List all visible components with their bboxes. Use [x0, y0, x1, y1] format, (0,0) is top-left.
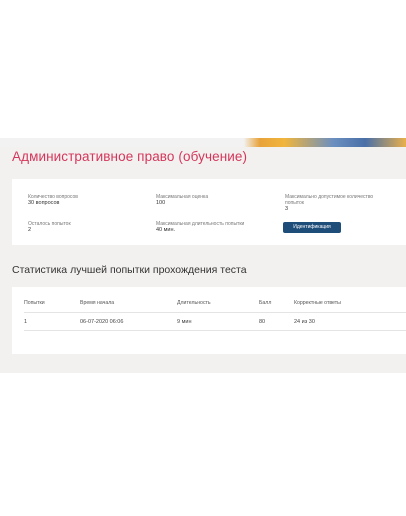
attempts-left: Осталось попыток 2: [28, 221, 71, 234]
cell-start-time: 06-07-2020 06:06: [80, 312, 177, 331]
stats-title: Статистика лучшей попытки прохождения те…: [12, 264, 247, 276]
stats-card: Попытки Время начала Длительность Балл К…: [12, 287, 406, 354]
max-duration-value: 40 мин.: [156, 227, 176, 233]
max-attempts: Максимально допустимое количество попыто…: [285, 194, 373, 213]
table-row: 1 06-07-2020 06:06 9 мин 80 24 из 30: [24, 312, 406, 331]
column-header-duration: Длительность: [177, 299, 259, 313]
stats-table: Попытки Время начала Длительность Балл К…: [24, 299, 406, 331]
column-header-start-time: Время начала: [80, 299, 177, 313]
test-info-card: Количество вопросов 30 вопросов Максимал…: [12, 179, 406, 245]
column-header-correct-answers: Корректные ответы: [294, 299, 406, 313]
attempts-left-label: Осталось попыток: [28, 221, 71, 227]
table-header-row: Попытки Время начала Длительность Балл К…: [24, 299, 406, 313]
cell-attempt: 1: [24, 312, 80, 331]
attempts-left-value: 2: [28, 227, 32, 233]
max-attempts-value: 3: [285, 206, 289, 212]
max-duration: Максимальная длительность попытки 40 мин…: [156, 221, 244, 234]
course-banner: [0, 138, 406, 147]
cell-duration: 9 мин: [177, 312, 259, 331]
identification-button[interactable]: Идентификация: [283, 222, 341, 233]
max-score-value: 100: [156, 200, 166, 206]
questions-count-value: 30 вопросов: [28, 200, 60, 206]
max-score: Максимальная оценка 100: [156, 194, 208, 207]
questions-count: Количество вопросов 30 вопросов: [28, 194, 78, 207]
page-title: Административное право (обучение): [12, 149, 248, 164]
cell-score: 80: [259, 312, 294, 331]
column-header-score: Балл: [259, 299, 294, 313]
column-header-attempts: Попытки: [24, 299, 80, 313]
cell-correct-answers: 24 из 30: [294, 312, 406, 331]
